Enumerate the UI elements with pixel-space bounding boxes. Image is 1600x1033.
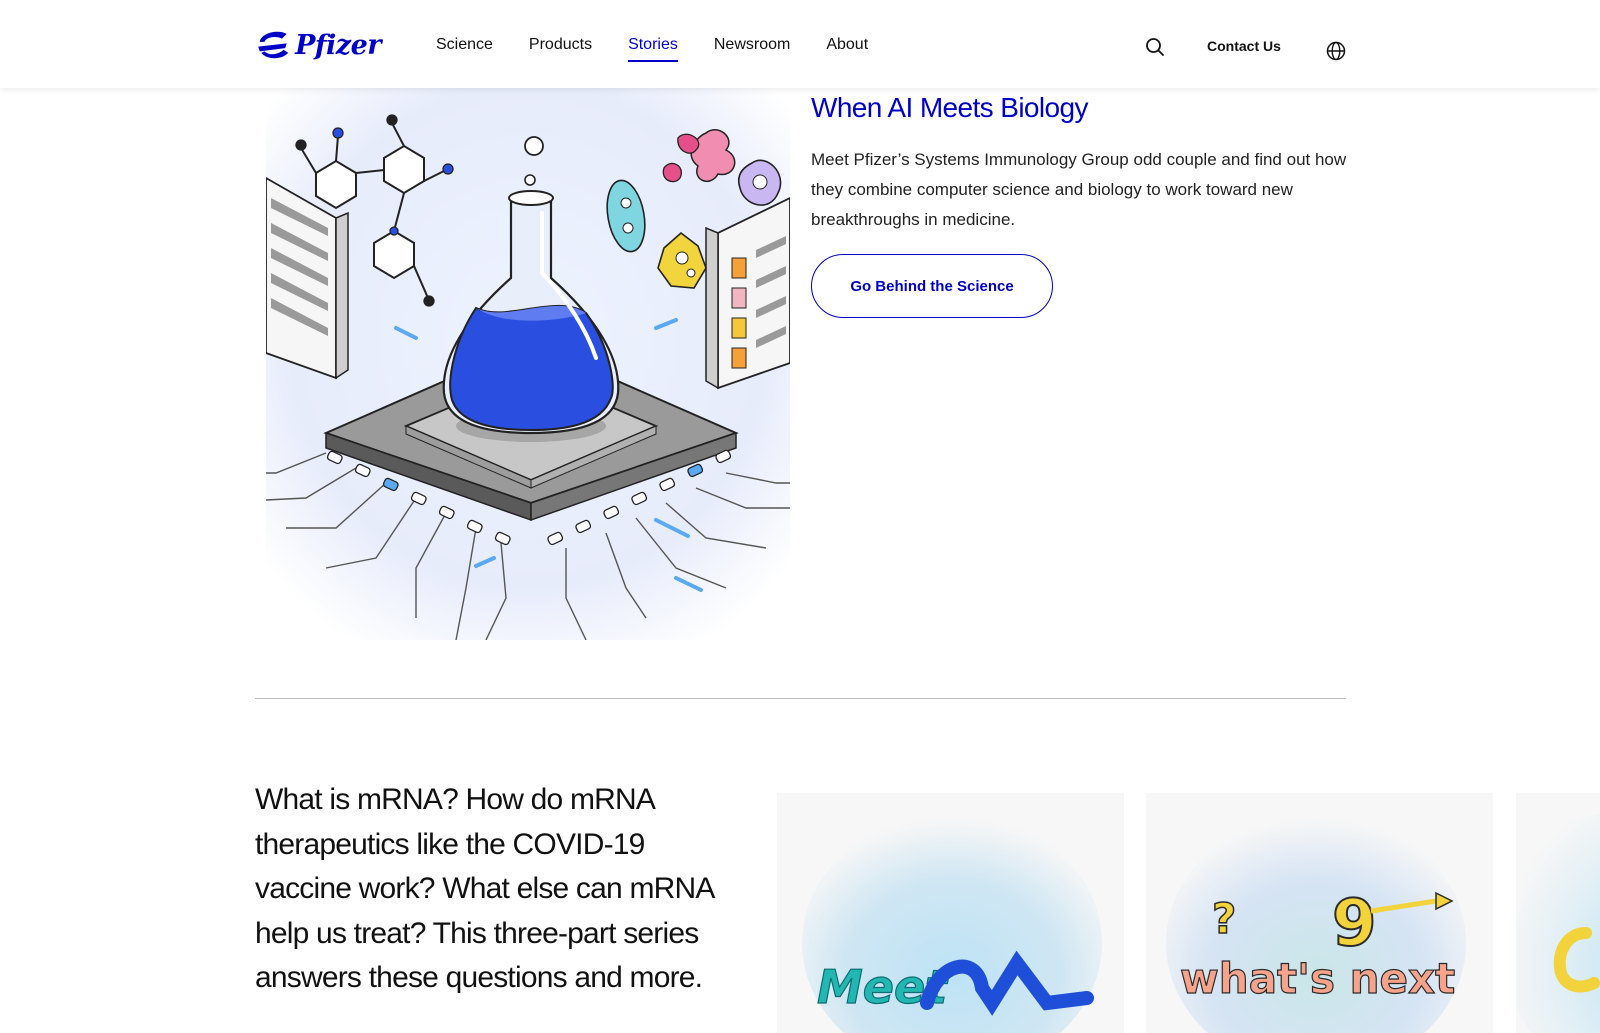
mrna-card-3[interactable] xyxy=(1516,793,1600,1033)
go-behind-the-science-button[interactable]: Go Behind the Science xyxy=(811,254,1053,318)
number-9-shape: 9 xyxy=(1332,887,1377,961)
site-header: Pfizer Science Products Stories Newsroom… xyxy=(0,0,1600,88)
pfizer-logo[interactable]: Pfizer xyxy=(255,20,381,70)
mrna-card-1[interactable]: Meet xyxy=(777,793,1124,1033)
card-2-art-text: what's next xyxy=(1180,954,1455,1003)
pfizer-logo-icon xyxy=(258,31,289,59)
question-mark-shape: ? xyxy=(1212,894,1236,943)
nav-item-products[interactable]: Products xyxy=(529,36,592,62)
hero-title[interactable]: When AI Meets Biology xyxy=(811,92,1088,124)
nav-item-about[interactable]: About xyxy=(826,36,868,62)
nav-item-stories[interactable]: Stories xyxy=(628,36,678,62)
mrna-card-2[interactable]: 9 ? what's next xyxy=(1146,793,1493,1033)
mrna-series-intro: What is mRNA? How do mRNA therapeutics l… xyxy=(255,783,714,994)
nav-item-newsroom[interactable]: Newsroom xyxy=(714,36,790,62)
hero-description: Meet Pfizer’s Systems Immunology Group o… xyxy=(811,150,1347,229)
contact-us-link[interactable]: Contact Us xyxy=(1207,38,1281,54)
logo-wordmark: Pfizer xyxy=(295,29,381,61)
search-icon[interactable] xyxy=(1144,36,1166,58)
section-divider xyxy=(255,698,1346,699)
globe-icon[interactable] xyxy=(1325,40,1347,62)
main-nav: Science Products Stories Newsroom About xyxy=(436,36,868,62)
hero-illustration xyxy=(265,88,791,641)
nav-item-science[interactable]: Science xyxy=(436,36,493,62)
